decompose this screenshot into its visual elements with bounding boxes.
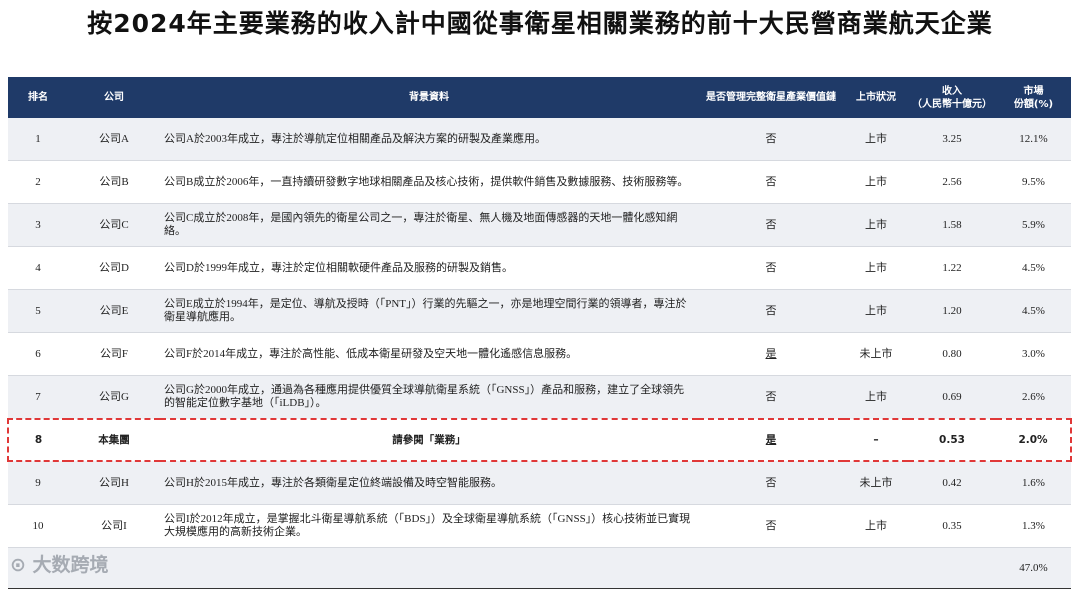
cell-revenue: 1.20 bbox=[908, 289, 996, 333]
cell-share: 3.0% bbox=[996, 332, 1071, 376]
header-revenue-line1: 收入 bbox=[942, 85, 962, 97]
cell-revenue: 1.58 bbox=[908, 203, 996, 247]
page-title: 按2024年主要業務的收入計中國從事衛星相關業務的前十大民營商業航天企業 bbox=[87, 9, 993, 38]
cell-company: 本集團 bbox=[68, 418, 160, 462]
cell-revenue: 0.80 bbox=[908, 332, 996, 376]
cell-chain: 否 bbox=[698, 118, 844, 161]
cell-revenue: 2.56 bbox=[908, 160, 996, 204]
cell-listed: 未上市 bbox=[844, 332, 908, 376]
header-share-line2: 份額(%) bbox=[1013, 98, 1054, 110]
cell-share: 1.6% bbox=[996, 461, 1071, 505]
cell-company: 公司G bbox=[68, 375, 160, 420]
cell-share: 4.5% bbox=[996, 289, 1071, 333]
cell-rank: 7 bbox=[8, 375, 68, 420]
cell-background: 公司G於2000年成立，通過為各種應用提供優質全球導航衛星系統（「GNSS」）產… bbox=[160, 375, 698, 420]
cell-background: 請參閱「業務」 bbox=[160, 418, 698, 462]
header-background: 背景資料 bbox=[160, 77, 698, 118]
cell-total-share: 47.0% bbox=[996, 547, 1071, 589]
table-row: 5 公司E 公司E成立於1994年，是定位、導航及授時（「PNT」）行業的先驅之… bbox=[8, 289, 1071, 333]
cell-background: 公司F於2014年成立，專注於高性能、低成本衛星研發及空天地一體化遙感信息服務。 bbox=[160, 332, 698, 376]
cell-chain: 否 bbox=[698, 203, 844, 247]
table-row: 9 公司H 公司H於2015年成立，專注於各類衛星定位終端設備及時空智能服務。 … bbox=[8, 461, 1071, 505]
cell-rank: 4 bbox=[8, 246, 68, 290]
watermark-logo: ⊙ 大数跨境 bbox=[10, 554, 109, 576]
cell-revenue: 0.53 bbox=[908, 418, 996, 462]
cell-background: 公司C成立於2008年，是國內領先的衛星公司之一，專注於衛星、無人機及地面傳感器… bbox=[160, 203, 698, 247]
table-row: 3 公司C 公司C成立於2008年，是國內領先的衛星公司之一，專注於衛星、無人機… bbox=[8, 203, 1071, 247]
cell-listed: 未上市 bbox=[844, 461, 908, 505]
cell-listed: 上市 bbox=[844, 504, 908, 548]
cell-company: 公司F bbox=[68, 332, 160, 376]
cell-revenue: 0.35 bbox=[908, 504, 996, 548]
table-row: 1 公司A 公司A於2003年成立，專注於導航定位相關產品及解決方案的研製及產業… bbox=[8, 118, 1071, 161]
cell-company: 公司D bbox=[68, 246, 160, 290]
cell-company: 公司B bbox=[68, 160, 160, 204]
cell-rank: 6 bbox=[8, 332, 68, 376]
cell-listed: 上市 bbox=[844, 118, 908, 161]
cell-chain: 否 bbox=[698, 461, 844, 505]
cell-company: 公司E bbox=[68, 289, 160, 333]
cell-rank: 8 bbox=[7, 418, 68, 462]
header-share-line1: 市場 bbox=[1023, 85, 1044, 97]
cell-listed: 上市 bbox=[844, 289, 908, 333]
highlighted-row-group: 8 本集團 請參閱「業務」 是 – 0.53 2.0% bbox=[7, 418, 1072, 462]
header-company: 公司 bbox=[68, 77, 160, 118]
cell-rank: 1 bbox=[8, 118, 68, 161]
cell-revenue: 0.42 bbox=[908, 461, 996, 505]
cell-rank: 9 bbox=[8, 461, 68, 505]
header-listing: 上市狀況 bbox=[844, 77, 908, 118]
table-row: 7 公司G 公司G於2000年成立，通過為各種應用提供優質全球導航衛星系統（「G… bbox=[8, 375, 1071, 420]
cell-listed: 上市 bbox=[844, 375, 908, 420]
cell-background: 公司A於2003年成立，專注於導航定位相關產品及解決方案的研製及產業應用。 bbox=[160, 118, 698, 161]
cell-rank: 3 bbox=[8, 203, 68, 247]
cell-background: 公司E成立於1994年，是定位、導航及授時（「PNT」）行業的先驅之一，亦是地理… bbox=[160, 289, 698, 333]
cell-rank: 5 bbox=[8, 289, 68, 333]
cell-chain: 否 bbox=[698, 375, 844, 420]
table-row: 6 公司F 公司F於2014年成立，專注於高性能、低成本衛星研發及空天地一體化遙… bbox=[8, 332, 1071, 376]
cell-share: 9.5% bbox=[996, 160, 1071, 204]
table-header: 排名 公司 背景資料 是否管理完整衛星產業價值鏈 上市狀況 收入 （人民幣十億元）… bbox=[8, 77, 1071, 118]
cell-company: 公司C bbox=[68, 203, 160, 247]
cell-revenue: 1.22 bbox=[908, 246, 996, 290]
cell-listed: 上市 bbox=[844, 203, 908, 247]
header-revenue: 收入 （人民幣十億元） bbox=[908, 77, 996, 118]
cell-chain: 否 bbox=[698, 504, 844, 548]
header-share: 市場 份額(%) bbox=[996, 77, 1071, 118]
cell-revenue: 3.25 bbox=[908, 118, 996, 161]
cell-rank: 10 bbox=[8, 504, 68, 548]
cell-chain: 否 bbox=[698, 246, 844, 290]
watermark-text: 大数跨境 bbox=[32, 554, 109, 576]
header-revenue-line2: （人民幣十億元） bbox=[912, 98, 992, 110]
cell-listed: 上市 bbox=[844, 246, 908, 290]
total-row: 47.0% bbox=[8, 547, 1071, 589]
cell-company: 公司I bbox=[68, 504, 160, 548]
table-row: 10 公司I 公司I於2012年成立，是掌握北斗衛星導航系統（「BDS」）及全球… bbox=[8, 504, 1071, 548]
ranking-table: 排名 公司 背景資料 是否管理完整衛星產業價值鏈 上市狀況 收入 （人民幣十億元）… bbox=[7, 77, 1072, 589]
cell-chain: 否 bbox=[698, 160, 844, 204]
cell-background: 公司D於1999年成立，專注於定位相關軟硬件產品及服務的研製及銷售。 bbox=[160, 246, 698, 290]
cell-share: 4.5% bbox=[996, 246, 1071, 290]
cell-chain: 是 bbox=[698, 332, 844, 376]
cell-chain: 是 bbox=[698, 418, 844, 462]
cell-rank: 2 bbox=[8, 160, 68, 204]
cell-share: 2.0% bbox=[996, 418, 1072, 462]
cell-share: 1.3% bbox=[996, 504, 1071, 548]
cell-revenue: 0.69 bbox=[908, 375, 996, 420]
cell-listed: – bbox=[844, 418, 908, 462]
cell-background: 公司I於2012年成立，是掌握北斗衛星導航系統（「BDS」）及全球衛星導航系統（… bbox=[160, 504, 698, 548]
cell-chain: 否 bbox=[698, 289, 844, 333]
cell-background: 公司H於2015年成立，專注於各類衛星定位終端設備及時空智能服務。 bbox=[160, 461, 698, 505]
cell-listed: 上市 bbox=[844, 160, 908, 204]
table-row: 2 公司B 公司B成立於2006年，一直持續研發數字地球相關產品及核心技術，提供… bbox=[8, 160, 1071, 204]
cell-share: 5.9% bbox=[996, 203, 1071, 247]
cell-share: 2.6% bbox=[996, 375, 1071, 420]
cell-company: 公司H bbox=[68, 461, 160, 505]
cell-company: 公司A bbox=[68, 118, 160, 161]
cell-share: 12.1% bbox=[996, 118, 1071, 161]
header-rank: 排名 bbox=[8, 77, 68, 118]
header-full-chain: 是否管理完整衛星產業價值鏈 bbox=[698, 77, 844, 118]
table-row: 4 公司D 公司D於1999年成立，專注於定位相關軟硬件產品及服務的研製及銷售。… bbox=[8, 246, 1071, 290]
cell-background: 公司B成立於2006年，一直持續研發數字地球相關產品及核心技術，提供軟件銷售及數… bbox=[160, 160, 698, 204]
